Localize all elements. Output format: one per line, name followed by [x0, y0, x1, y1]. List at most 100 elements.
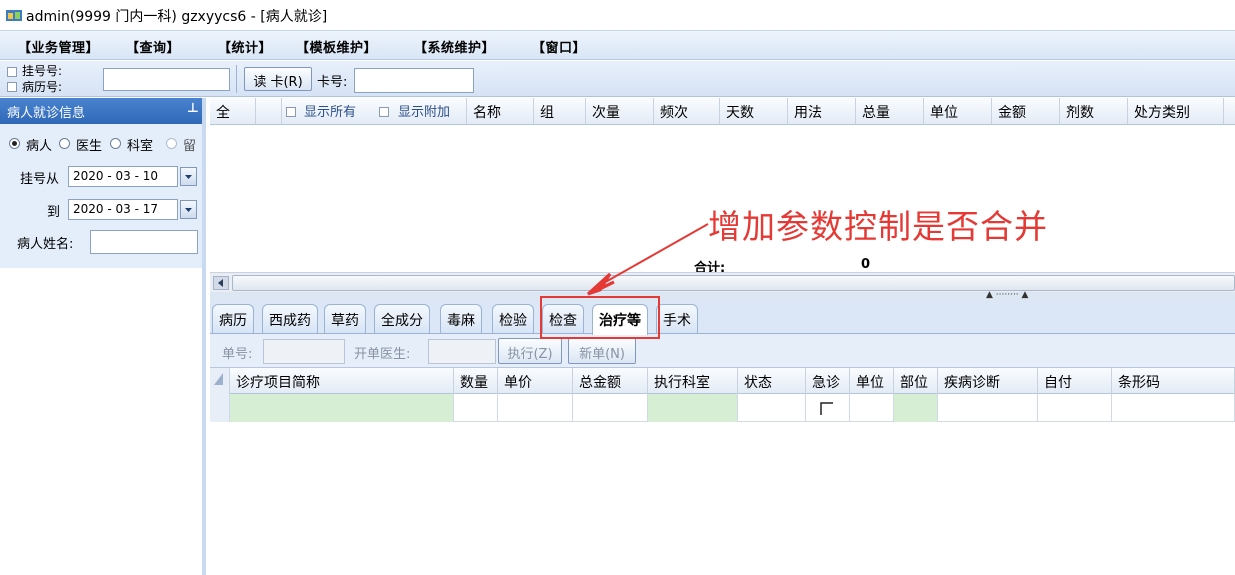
left-panel: 病人就诊信息 ⊥ 病人 医生 科室 留 挂号从 2020 - 03 - 10 到…	[0, 98, 206, 575]
order-bar: 单号: 开单医生: 执行(Z) 新单(N)	[210, 334, 1235, 368]
col-total-amount[interactable]: 总金额	[573, 368, 648, 394]
col-rx-type[interactable]: 处方类别	[1128, 98, 1224, 124]
left-panel-title: 病人就诊信息	[7, 106, 86, 121]
tab-surgery[interactable]: 手术	[656, 304, 698, 333]
checkbox-icon[interactable]	[820, 402, 834, 416]
show-extra-checkbox[interactable]	[379, 107, 389, 117]
patient-name-input[interactable]	[90, 230, 198, 254]
menu-query[interactable]: 【查询】	[126, 37, 180, 56]
order-no-label: 单号:	[222, 347, 253, 362]
date-from-dropdown[interactable]	[180, 167, 197, 186]
scroll-thumb[interactable]	[232, 275, 1235, 291]
patient-id-input[interactable]	[103, 68, 230, 91]
date-from-label: 挂号从	[20, 172, 60, 187]
tab-medical-record[interactable]: 病历	[212, 304, 254, 333]
col-doses[interactable]: 剂数	[1060, 98, 1128, 124]
treatment-grid-body[interactable]	[210, 422, 1235, 575]
card-no-label: 卡号:	[317, 75, 348, 90]
menu-business[interactable]: 【业务管理】	[18, 37, 99, 56]
col-self-pay[interactable]: 自付	[1038, 368, 1112, 394]
chevron-down-icon	[185, 208, 192, 212]
total-value: 0	[861, 257, 871, 272]
col-emergency[interactable]: 急诊	[806, 368, 850, 394]
tab-lab-test[interactable]: 检验	[492, 304, 534, 333]
col-unit2[interactable]: 单位	[850, 368, 894, 394]
radio-patient-label: 病人	[26, 139, 53, 154]
emergency-checkbox-cell[interactable]	[806, 394, 850, 422]
col-exec-dept[interactable]: 执行科室	[648, 368, 738, 394]
show-all-checkbox[interactable]	[286, 107, 296, 117]
horizontal-scrollbar[interactable]	[210, 272, 1235, 292]
col-barcode[interactable]: 条形码	[1112, 368, 1235, 394]
col-usage[interactable]: 用法	[788, 98, 856, 124]
menu-statistics[interactable]: 【统计】	[218, 37, 272, 56]
tab-narcotics[interactable]: 毒麻	[440, 304, 482, 333]
table-row[interactable]	[210, 394, 1235, 422]
col-name[interactable]: 名称	[466, 98, 534, 124]
item-name-cell[interactable]	[230, 394, 454, 422]
chevron-down-icon	[185, 175, 192, 179]
row-selector-header	[210, 368, 230, 394]
window-title: admin(9999 门内一科) gzxyycs6 - [病人就诊]	[26, 9, 328, 25]
patient-list[interactable]	[0, 268, 202, 575]
col-group[interactable]: 组	[534, 98, 586, 124]
scroll-left-icon[interactable]	[213, 276, 229, 290]
doctor-label: 开单医生:	[354, 347, 411, 362]
tab-herbal[interactable]: 草药	[324, 304, 366, 333]
menu-bar: 【业务管理】 【查询】 【统计】 【模板维护】 【系统维护】 【窗口】	[0, 30, 1235, 60]
col-item-name[interactable]: 诊疗项目简称	[230, 368, 454, 394]
radio-doctor[interactable]	[59, 138, 70, 149]
col-frequency[interactable]: 频次	[654, 98, 720, 124]
select-all-column[interactable]: 全	[210, 98, 256, 124]
treatment-grid-header: 诊疗项目简称 数量 单价 总金额 执行科室 状态 急诊 单位 部位 疾病诊断 自…	[210, 368, 1235, 394]
annotation-arrow-icon	[586, 223, 709, 296]
date-to-input[interactable]: 2020 - 03 - 17	[68, 199, 178, 220]
col-amount[interactable]: 金额	[992, 98, 1060, 124]
radio-department-label: 科室	[127, 139, 154, 154]
tab-full-ingredient[interactable]: 全成分	[374, 304, 430, 333]
annotation-highlight-box	[540, 296, 660, 339]
col-status[interactable]: 状态	[738, 368, 806, 394]
tab-strip: 病历 西成药 草药 全成分 毒麻 检验 检查 治疗等 手术	[210, 302, 1235, 335]
new-order-button[interactable]: 新单(N)	[568, 338, 636, 364]
title-bar: admin(9999 门内一科) gzxyycs6 - [病人就诊]	[0, 0, 1235, 30]
radio-stay[interactable]	[166, 138, 177, 149]
card-no-input[interactable]	[354, 68, 474, 93]
read-card-button[interactable]: 读 卡(R)	[244, 67, 312, 91]
guahao-checkbox[interactable]	[7, 67, 17, 77]
app-icon	[6, 10, 22, 21]
radio-stay-label: 留	[183, 139, 197, 154]
pin-icon[interactable]: ⊥	[187, 101, 199, 116]
col-days[interactable]: 天数	[720, 98, 788, 124]
date-to-label: 到	[47, 205, 61, 220]
date-from-input[interactable]: 2020 - 03 - 10	[68, 166, 178, 187]
patient-name-label: 病人姓名:	[17, 237, 74, 252]
col-dose[interactable]: 次量	[586, 98, 654, 124]
prescription-grid-header: 全 显示所有 显示附加 名称 组 次量 频次 天数 用法 总量 单位 金额 剂数…	[210, 98, 1235, 125]
splitter[interactable]: ▲ ········ ▲	[210, 290, 1235, 302]
col-unit-price[interactable]: 单价	[498, 368, 573, 394]
menu-template[interactable]: 【模板维护】	[296, 37, 377, 56]
order-no-input[interactable]	[263, 339, 345, 364]
execute-button[interactable]: 执行(Z)	[498, 338, 562, 364]
bingli-label: 病历号:	[22, 80, 63, 94]
menu-system[interactable]: 【系统维护】	[414, 37, 495, 56]
bingli-checkbox[interactable]	[7, 82, 17, 92]
annotation-text: 增加参数控制是否合并	[708, 207, 1048, 246]
radio-department[interactable]	[110, 138, 121, 149]
doctor-input[interactable]	[428, 339, 496, 364]
menu-window[interactable]: 【窗口】	[532, 37, 586, 56]
col-unit[interactable]: 单位	[924, 98, 992, 124]
date-to-dropdown[interactable]	[180, 200, 197, 219]
show-extra-label: 显示附加	[398, 105, 451, 120]
col-total-qty[interactable]: 总量	[856, 98, 924, 124]
prescription-grid-body[interactable]: 合计: 0	[210, 125, 1235, 276]
radio-patient[interactable]	[9, 138, 20, 149]
tab-western-medicine[interactable]: 西成药	[262, 304, 318, 333]
radio-doctor-label: 医生	[76, 139, 103, 154]
toolbar: 挂号号: 病历号: 读 卡(R) 卡号:	[0, 61, 1235, 97]
col-diagnosis[interactable]: 疾病诊断	[938, 368, 1038, 394]
guahao-label: 挂号号:	[22, 64, 63, 78]
col-quantity[interactable]: 数量	[454, 368, 498, 394]
col-body-part[interactable]: 部位	[894, 368, 938, 394]
